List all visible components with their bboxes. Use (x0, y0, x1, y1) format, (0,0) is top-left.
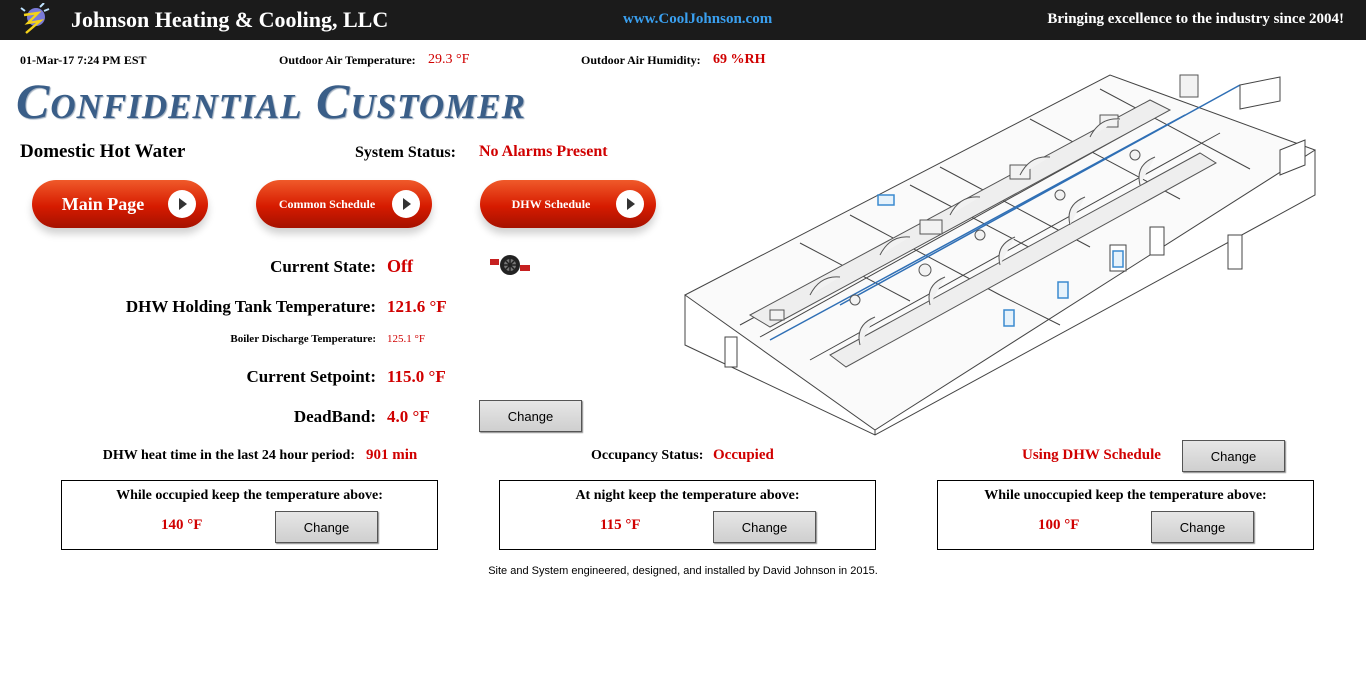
unoccupied-change-button[interactable]: Change (1151, 511, 1254, 543)
website-link[interactable]: www.CoolJohnson.com (623, 11, 772, 28)
boiler-discharge-label: Boiler Discharge Temperature: (230, 333, 376, 345)
datetime: 01-Mar-17 7:24 PM EST (20, 53, 147, 67)
boiler-discharge-value: 125.1 °F (387, 333, 426, 345)
schedule-mode-status: Using DHW Schedule (1022, 447, 1161, 463)
common-schedule-button[interactable]: Common Schedule (256, 180, 432, 228)
heat-time-label: DHW heat time in the last 24 hour period… (102, 448, 355, 463)
night-setpoint-heading: At night keep the temperature above: (575, 488, 800, 503)
deadband-value: 4.0 °F (387, 407, 430, 426)
setpoint-label: Current Setpoint: (246, 367, 376, 386)
system-status-label: System Status: (355, 144, 456, 161)
deadband-label: DeadBand: (293, 407, 376, 426)
schedule-mode-change-button[interactable]: Change (1182, 440, 1285, 472)
company-name: Johnson Heating & Cooling, LLC (71, 7, 389, 32)
current-state-label: Current State: (270, 257, 376, 276)
dhw-schedule-button[interactable]: DHW Schedule (480, 180, 656, 228)
occupied-setpoint-heading: While occupied keep the temperature abov… (116, 488, 383, 503)
current-state-value: Off (387, 256, 413, 276)
top-bar: Johnson Heating & Cooling, LLC www.CoolJ… (0, 0, 1366, 40)
tank-temp-label: DHW Holding Tank Temperature: (125, 297, 376, 316)
unoccupied-setpoint-heading: While unoccupied keep the temperature ab… (984, 488, 1267, 503)
main-page-button[interactable]: Main Page (32, 180, 208, 228)
pump-icon (490, 255, 530, 275)
unoccupied-setpoint-value: 100 °F (1038, 517, 1080, 533)
logo-icon (20, 3, 50, 34)
outdoor-temp-value: 29.3 °F (428, 52, 470, 67)
building-diagram (684, 74, 1317, 436)
play-arrow-icon (168, 190, 196, 218)
play-arrow-icon (616, 190, 644, 218)
occupied-change-button[interactable]: Change (275, 511, 378, 543)
outdoor-temp-label: Outdoor Air Temperature: (279, 53, 416, 67)
system-status-value: No Alarms Present (479, 143, 608, 160)
page-title: Domestic Hot Water (20, 141, 186, 162)
heat-time-value: 901 min (366, 447, 418, 463)
tagline: Bringing excellence to the industry sinc… (1047, 11, 1344, 27)
footer-credit: Site and System engineered, designed, an… (488, 565, 878, 577)
night-change-button[interactable]: Change (713, 511, 816, 543)
unoccupied-setpoint-box: While unoccupied keep the temperature ab… (937, 480, 1314, 550)
deadband-change-button[interactable]: Change (479, 400, 582, 432)
tank-temp-value: 121.6 °F (387, 297, 447, 316)
play-arrow-icon (392, 190, 420, 218)
occupancy-value: Occupied (713, 447, 774, 463)
occupancy-label: Occupancy Status: (591, 448, 704, 463)
setpoint-value: 115.0 °F (387, 367, 446, 386)
night-setpoint-value: 115 °F (600, 517, 641, 533)
occupied-setpoint-value: 140 °F (161, 517, 203, 533)
occupied-setpoint-box: While occupied keep the temperature abov… (61, 480, 438, 550)
customer-title: Confidential Customer (16, 73, 526, 129)
night-setpoint-box: At night keep the temperature above: 115… (499, 480, 876, 550)
